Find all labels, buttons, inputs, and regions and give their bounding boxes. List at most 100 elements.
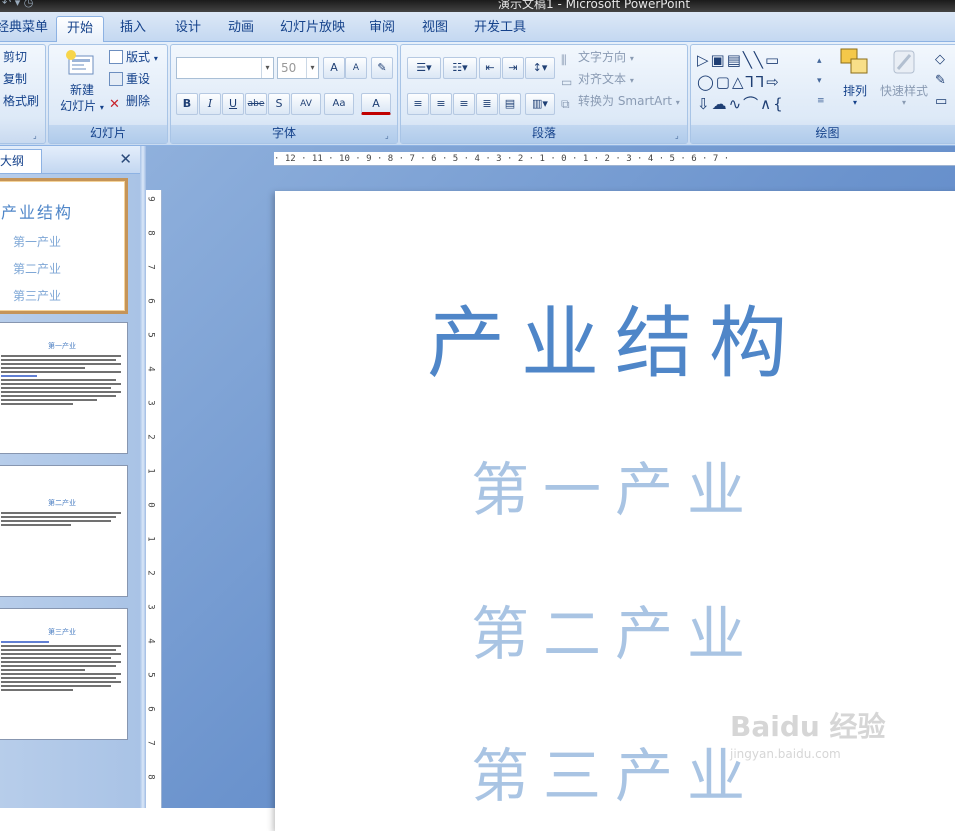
paragraph-launcher-icon[interactable]: ⌟	[675, 131, 684, 140]
decrease-indent-icon[interactable]: ⇤	[479, 57, 501, 79]
slide-thumbnail-1[interactable]: 产业结构 第一产业 第二产业 第三产业	[0, 178, 128, 314]
copy-button[interactable]: 复制	[3, 69, 27, 89]
ribbon: 剪切 复制 格式刷 ⌟ 新建 幻灯片 ▾ 版式 ▾ 重设 ✕ 删除 幻灯片 ▾	[0, 42, 955, 146]
clipboard-launcher-icon[interactable]: ⌟	[33, 131, 42, 140]
columns-icon[interactable]: ▥▾	[525, 93, 555, 115]
chevron-down-icon: ▾	[675, 98, 680, 107]
bold-button[interactable]: B	[176, 93, 198, 115]
shape-fill-outline-effects-icons[interactable]: ◇ ✎ ▭	[935, 49, 947, 112]
increase-indent-icon[interactable]: ⇥	[502, 57, 524, 79]
quick-styles-label: 快速样式	[879, 84, 928, 98]
change-case-button[interactable]: Aa	[324, 93, 354, 115]
vruler-tick: 2	[146, 570, 156, 576]
vruler-tick: 1	[146, 536, 156, 542]
tab-animations[interactable]: 动画	[224, 16, 258, 42]
tab-insert[interactable]: 插入	[116, 16, 150, 42]
distributed-icon[interactable]: ▤	[499, 93, 521, 115]
align-text-button[interactable]: ▭ 对齐文本 ▾	[561, 69, 634, 89]
font-launcher-icon[interactable]: ⌟	[385, 131, 394, 140]
bullets-icon[interactable]: ☰▾	[407, 57, 441, 79]
justify-icon[interactable]: ≣	[476, 93, 498, 115]
layout-label: 版式	[126, 50, 151, 64]
title-bar: ↶ ▾ ◷ 演示文稿1 - Microsoft PowerPoint	[0, 0, 955, 12]
arrange-icon	[840, 48, 868, 74]
gallery-scroll-icon[interactable]: ▴ ▾ ≡	[817, 51, 825, 111]
slide-thumbnail-4[interactable]: 第三产业	[0, 608, 128, 740]
numbering-icon[interactable]: ☷▾	[443, 57, 477, 79]
thumb2-body	[0, 351, 127, 405]
tab-classic-menu[interactable]: 经典菜单	[0, 16, 52, 42]
group-paragraph: ☰▾ ☷▾ ⇤ ⇥ ↕▾ ≡ ≡ ≡ ≣ ▤ ▥▾ ⫼ 文字方向 ▾ ▭ 对齐文本 …	[400, 44, 688, 144]
font-color-button[interactable]: A	[361, 93, 391, 115]
shapes-gallery[interactable]: ▷▣▤╲╲▭ ◯▢△⅂⅂⇨ ⇩☁∿⌒∧{	[697, 49, 827, 115]
chevron-down-icon[interactable]: ▾	[261, 58, 273, 78]
thumb3-body	[0, 508, 127, 526]
align-center-icon[interactable]: ≡	[430, 93, 452, 115]
thumb1-title: 产业结构	[1, 203, 74, 222]
text-direction-button[interactable]: ⫼ 文字方向 ▾	[561, 47, 634, 67]
vruler-tick: 3	[146, 400, 156, 406]
clear-format-icon[interactable]: ✎	[371, 57, 393, 79]
baidu-watermark: Baidu 经验 jingyan.baidu.com	[730, 705, 910, 795]
grow-font-button[interactable]: A	[323, 57, 345, 79]
font-size-value: 50	[281, 61, 297, 75]
quick-access-toolbar[interactable]: ↶ ▾ ◷	[2, 0, 33, 9]
new-slide-button[interactable]: 新建 幻灯片 ▾	[59, 49, 105, 121]
strikethrough-button[interactable]: abe	[245, 93, 267, 115]
chevron-down-icon: ▾	[99, 103, 104, 112]
slide-item-2[interactable]: 第二产业	[275, 587, 955, 671]
chevron-down-icon: ▾	[852, 98, 857, 107]
vruler-tick: 3	[146, 604, 156, 610]
tab-review[interactable]: 审阅	[365, 16, 399, 42]
smartart-icon: ⧉	[561, 97, 570, 111]
chevron-down-icon: ▾	[901, 98, 906, 107]
layout-button[interactable]: 版式 ▾	[109, 47, 158, 67]
tab-slideshow[interactable]: 幻灯片放映	[276, 16, 349, 42]
format-painter-button[interactable]: 格式刷	[3, 91, 39, 111]
char-spacing-button[interactable]: AV	[291, 93, 321, 115]
text-shadow-button[interactable]: S	[268, 93, 290, 115]
underline-button[interactable]: U	[222, 93, 244, 115]
slide-title[interactable]: 产业结构	[275, 281, 955, 393]
vruler-tick: 0	[146, 502, 156, 508]
shapes-row-2: ◯▢△⅂⅂⇨	[697, 73, 781, 91]
vruler-tick: 8	[146, 774, 156, 780]
slide-item-1[interactable]: 第一产业	[275, 443, 955, 527]
cut-button[interactable]: 剪切	[3, 47, 27, 67]
tab-view[interactable]: 视图	[418, 16, 452, 42]
font-name-combo[interactable]: ▾	[176, 57, 274, 79]
group-label-slides: 幻灯片	[49, 125, 167, 143]
tab-developer[interactable]: 开发工具	[470, 16, 530, 42]
italic-button[interactable]: I	[199, 93, 221, 115]
vruler-tick: 6	[146, 298, 156, 304]
chevron-down-icon[interactable]: ▾	[306, 58, 318, 78]
slide-thumbnail-3[interactable]: 第二产业	[0, 465, 128, 597]
arrange-button[interactable]: 排列 ▾	[837, 47, 873, 119]
horizontal-ruler: · 12 · 11 · 10 · 9 · 8 · 7 · 6 · 5 · 4 ·…	[274, 152, 955, 166]
vruler-tick: 1	[146, 468, 156, 474]
delete-button[interactable]: ✕ 删除	[109, 91, 150, 112]
shrink-font-button[interactable]: A	[345, 57, 367, 79]
vruler-tick: 4	[146, 638, 156, 644]
font-size-combo[interactable]: 50 ▾	[277, 57, 319, 79]
tab-home[interactable]: 开始	[56, 16, 105, 42]
vruler-tick: 7	[146, 264, 156, 270]
convert-smartart-button[interactable]: ⧉ 转换为 SmartArt ▾	[561, 91, 680, 111]
vruler-tick: 7	[146, 740, 156, 746]
text-direction-icon: ⫼	[561, 53, 567, 67]
watermark-url: jingyan.baidu.com	[730, 747, 841, 761]
vruler-tick: 2	[146, 434, 156, 440]
slide-thumbnail-2[interactable]: 第一产业	[0, 322, 128, 454]
thumb4-title: 第三产业	[48, 628, 76, 636]
tab-design[interactable]: 设计	[171, 16, 205, 42]
close-icon[interactable]: ✕	[119, 150, 132, 168]
reset-button[interactable]: 重设	[109, 69, 150, 89]
layout-icon	[109, 50, 123, 64]
outline-tab[interactable]: 大纲	[0, 149, 42, 173]
line-spacing-icon[interactable]: ↕▾	[525, 57, 555, 79]
align-right-icon[interactable]: ≡	[453, 93, 475, 115]
align-left-icon[interactable]: ≡	[407, 93, 429, 115]
quick-styles-button[interactable]: 快速样式 ▾	[877, 47, 931, 119]
align-text-label: 对齐文本	[578, 72, 627, 86]
watermark-main: Baidu 经验	[730, 710, 886, 743]
